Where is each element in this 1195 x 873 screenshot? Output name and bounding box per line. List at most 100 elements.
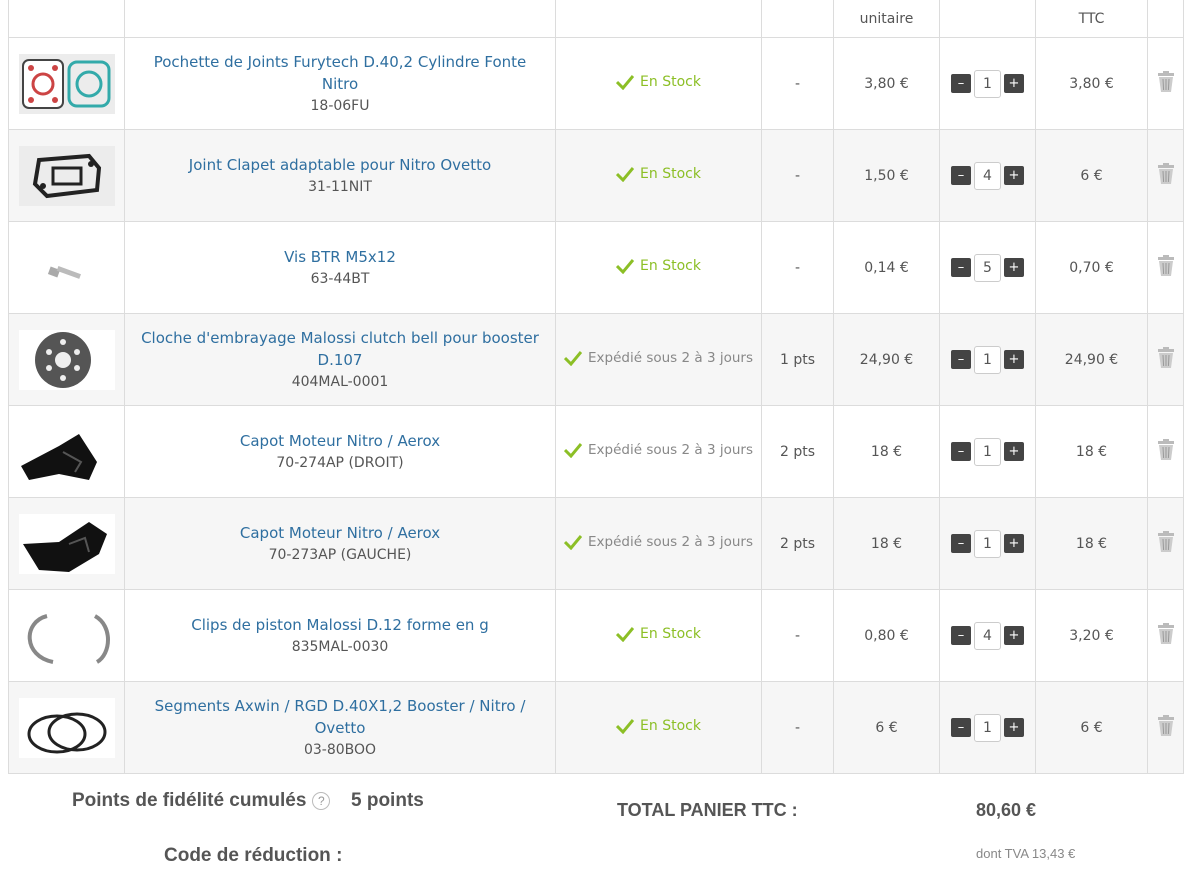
quantity-input[interactable] xyxy=(974,345,1001,374)
trash-icon[interactable] xyxy=(1156,438,1176,461)
points-cell: - xyxy=(761,129,834,222)
quantity-input[interactable] xyxy=(974,529,1001,558)
product-cell: Capot Moteur Nitro / Aerox 70-274AP (DROI… xyxy=(124,405,556,498)
quantity-plus-button[interactable]: + xyxy=(1004,626,1024,645)
availability-cell: Expédié sous 2 à 3 jours xyxy=(555,313,762,406)
availability-cell: Expédié sous 2 à 3 jours xyxy=(555,405,762,498)
trash-icon[interactable] xyxy=(1156,714,1176,737)
unit-price-cell: 1,50 € xyxy=(833,129,940,222)
trash-icon[interactable] xyxy=(1156,530,1176,553)
question-circle-icon[interactable]: ? xyxy=(312,792,331,810)
quantity-cell: –+ xyxy=(939,37,1036,130)
check-icon xyxy=(616,166,635,182)
quantity-plus-button[interactable]: + xyxy=(1004,258,1024,277)
product-link[interactable]: Cloche d'embrayage Malossi clutch bell p… xyxy=(125,327,555,371)
product-link[interactable]: Clips de piston Malossi D.12 forme en g xyxy=(125,614,555,636)
line-total-cell: 3,20 € xyxy=(1035,589,1148,682)
cart-total-value: 80,60 € xyxy=(976,800,1037,820)
product-cell: Joint Clapet adaptable pour Nitro Ovetto… xyxy=(124,129,556,222)
quantity-stepper: –+ xyxy=(951,69,1024,98)
header-points xyxy=(761,0,834,38)
product-image-cell xyxy=(8,129,125,222)
availability-cell: En Stock xyxy=(555,37,762,130)
product-cell: Clips de piston Malossi D.12 forme en g 8… xyxy=(124,589,556,682)
quantity-input[interactable] xyxy=(974,161,1001,190)
quantity-minus-button[interactable]: – xyxy=(951,258,971,277)
quantity-input[interactable] xyxy=(974,437,1001,466)
quantity-minus-button[interactable]: – xyxy=(951,442,971,461)
quantity-input[interactable] xyxy=(974,69,1001,98)
product-reference: 18-06FU xyxy=(310,97,370,114)
quantity-minus-button[interactable]: – xyxy=(951,74,971,93)
product-thumbnail[interactable] xyxy=(18,237,115,298)
product-cell: Pochette de Joints Furytech D.40,2 Cylin… xyxy=(124,37,556,130)
check-icon xyxy=(564,350,583,366)
product-link[interactable]: Capot Moteur Nitro / Aerox xyxy=(125,430,555,452)
line-total-cell: 3,80 € xyxy=(1035,37,1148,130)
trash-icon[interactable] xyxy=(1156,162,1176,185)
quantity-cell: –+ xyxy=(939,681,1036,774)
trash-icon[interactable] xyxy=(1156,622,1176,645)
availability-cell: En Stock xyxy=(555,129,762,222)
availability-text: En Stock xyxy=(640,165,701,182)
product-thumbnail[interactable] xyxy=(18,605,115,666)
product-link[interactable]: Capot Moteur Nitro / Aerox xyxy=(125,522,555,544)
product-cell: Capot Moteur Nitro / Aerox 70-273AP (GAUC… xyxy=(124,497,556,590)
quantity-plus-button[interactable]: + xyxy=(1004,442,1024,461)
quantity-minus-button[interactable]: – xyxy=(951,626,971,645)
quantity-input[interactable] xyxy=(974,253,1001,282)
header-availability xyxy=(555,0,762,38)
availability-cell: Expédié sous 2 à 3 jours xyxy=(555,497,762,590)
quantity-plus-button[interactable]: + xyxy=(1004,350,1024,369)
quantity-cell: –+ xyxy=(939,221,1036,314)
quantity-cell: –+ xyxy=(939,405,1036,498)
quantity-plus-button[interactable]: + xyxy=(1004,74,1024,93)
product-thumbnail[interactable] xyxy=(18,329,115,390)
points-cell: - xyxy=(761,681,834,774)
check-icon xyxy=(564,442,583,458)
quantity-minus-button[interactable]: – xyxy=(951,718,971,737)
quantity-minus-button[interactable]: – xyxy=(951,534,971,553)
availability-text: Expédié sous 2 à 3 jours xyxy=(588,349,753,366)
unit-price-cell: 18 € xyxy=(833,405,940,498)
product-image-cell xyxy=(8,37,125,130)
delete-cell xyxy=(1147,129,1184,222)
line-total-cell: 6 € xyxy=(1035,129,1148,222)
unit-price-cell: 6 € xyxy=(833,681,940,774)
cart-row: Joint Clapet adaptable pour Nitro Ovetto… xyxy=(8,129,1184,222)
cart-row: Segments Axwin / RGD D.40X1,2 Booster / … xyxy=(8,681,1184,774)
unit-price-cell: 3,80 € xyxy=(833,37,940,130)
points-cell: - xyxy=(761,221,834,314)
trash-icon[interactable] xyxy=(1156,346,1176,369)
product-image-cell xyxy=(8,405,125,498)
product-link[interactable]: Vis BTR M5x12 xyxy=(125,246,555,268)
quantity-stepper: –+ xyxy=(951,437,1024,466)
discount-code-label: Code de réduction : xyxy=(164,845,343,866)
product-thumbnail[interactable] xyxy=(18,145,115,206)
quantity-minus-button[interactable]: – xyxy=(951,166,971,185)
quantity-input[interactable] xyxy=(974,621,1001,650)
loyalty-points-label: Points de fidélité cumulés ? xyxy=(72,790,331,812)
trash-icon[interactable] xyxy=(1156,254,1176,277)
vat-note: dont TVA 13,43 € xyxy=(976,846,1076,861)
quantity-plus-button[interactable]: + xyxy=(1004,166,1024,185)
product-thumbnail[interactable] xyxy=(18,513,115,574)
product-link[interactable]: Joint Clapet adaptable pour Nitro Ovetto xyxy=(125,154,555,176)
availability-text: En Stock xyxy=(640,717,701,734)
quantity-minus-button[interactable]: – xyxy=(951,350,971,369)
availability-status: En Stock xyxy=(616,258,701,274)
product-thumbnail[interactable] xyxy=(18,697,115,758)
availability-text: En Stock xyxy=(640,73,701,90)
availability-status: Expédié sous 2 à 3 jours xyxy=(564,442,753,458)
product-link[interactable]: Segments Axwin / RGD D.40X1,2 Booster / … xyxy=(125,695,555,739)
product-reference: 404MAL-0001 xyxy=(291,373,389,390)
product-reference: 63-44BT xyxy=(310,270,370,287)
product-thumbnail[interactable] xyxy=(18,421,115,482)
quantity-input[interactable] xyxy=(974,713,1001,742)
quantity-plus-button[interactable]: + xyxy=(1004,534,1024,553)
quantity-plus-button[interactable]: + xyxy=(1004,718,1024,737)
product-thumbnail[interactable] xyxy=(18,53,115,114)
product-reference: 70-273AP (GAUCHE) xyxy=(268,546,412,563)
product-link[interactable]: Pochette de Joints Furytech D.40,2 Cylin… xyxy=(125,51,555,95)
trash-icon[interactable] xyxy=(1156,70,1176,93)
